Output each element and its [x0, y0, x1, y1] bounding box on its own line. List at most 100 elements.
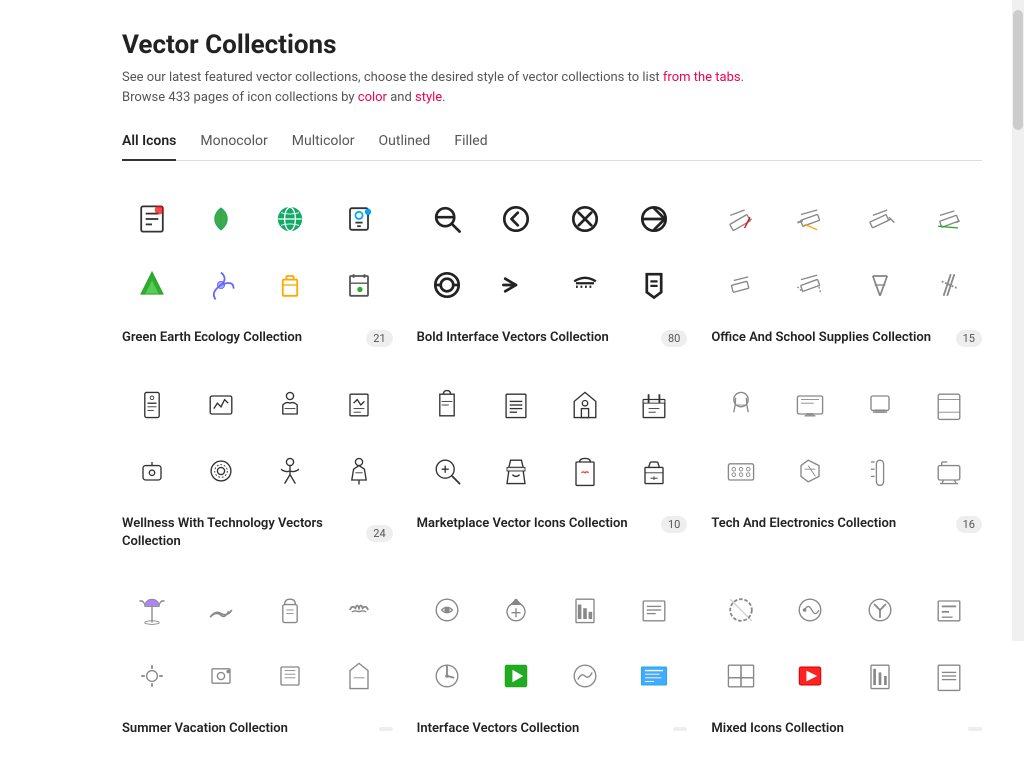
icon-cell — [122, 580, 182, 640]
collection-footer: Interface Vectors Collection — [417, 720, 688, 738]
icon-cell — [919, 441, 979, 501]
icon-cell — [417, 375, 477, 435]
collection-footer: Office And School Supplies Collection 15 — [711, 329, 982, 347]
icon-cell — [919, 580, 979, 640]
icon-cell — [260, 580, 320, 640]
collection-count: 15 — [956, 330, 982, 347]
icon-cell — [850, 580, 910, 640]
icon-cell — [624, 441, 684, 501]
icon-cell — [417, 441, 477, 501]
tab-outlined[interactable]: Outlined — [379, 127, 431, 161]
subtitle-line1: See our latest featured vector collectio… — [122, 70, 744, 85]
icon-cell — [191, 189, 251, 249]
collection-card: Interface Vectors Collection — [417, 580, 688, 738]
icon-cell — [260, 441, 320, 501]
icon-cell — [191, 375, 251, 435]
collection-footer: Summer Vacation Collection — [122, 720, 393, 738]
collection-card: Tech And Electronics Collection 16 — [711, 375, 982, 551]
icon-grid — [417, 375, 688, 501]
icon-cell — [711, 580, 771, 640]
collection-count: 80 — [661, 330, 687, 347]
icon-grid — [711, 189, 982, 315]
collection-name: Tech And Electronics Collection — [711, 515, 947, 533]
icon-cell — [780, 441, 840, 501]
icon-grid — [122, 189, 393, 315]
collection-card: Mixed Icons Collection — [711, 580, 982, 738]
icon-cell — [850, 255, 910, 315]
icon-cell — [329, 255, 389, 315]
subtitle-line2: Browse 433 pages of icon collections by … — [122, 90, 446, 105]
icon-cell — [711, 189, 771, 249]
collection-name: Green Earth Ecology Collection — [122, 329, 358, 347]
icon-cell — [919, 375, 979, 435]
icon-cell — [711, 375, 771, 435]
collection-card: Bold Interface Vectors Collection 80 — [417, 189, 688, 347]
icon-cell — [780, 255, 840, 315]
collection-count: 16 — [956, 516, 982, 533]
collection-count — [379, 727, 393, 731]
collection-footer: Marketplace Vector Icons Collection 10 — [417, 515, 688, 533]
icon-grid — [711, 375, 982, 501]
icon-cell — [624, 375, 684, 435]
collection-name: Bold Interface Vectors Collection — [417, 329, 653, 347]
icon-cell — [486, 189, 546, 249]
collection-name: Summer Vacation Collection — [122, 720, 371, 738]
icon-cell — [711, 255, 771, 315]
icon-grid — [711, 580, 982, 706]
collection-count: 10 — [661, 516, 687, 533]
icon-cell — [850, 375, 910, 435]
icon-grid — [417, 189, 688, 315]
icon-cell — [486, 441, 546, 501]
icon-cell — [780, 375, 840, 435]
collection-footer: Bold Interface Vectors Collection 80 — [417, 329, 688, 347]
collection-name: Office And School Supplies Collection — [711, 329, 947, 347]
scrollbar-thumb[interactable] — [1013, 10, 1023, 130]
icon-cell — [780, 646, 840, 706]
icon-cell — [711, 441, 771, 501]
icon-cell — [624, 189, 684, 249]
icon-cell — [624, 646, 684, 706]
icon-cell — [486, 375, 546, 435]
icon-cell — [417, 189, 477, 249]
icon-cell — [850, 189, 910, 249]
icon-cell — [919, 646, 979, 706]
icon-cell — [919, 189, 979, 249]
icon-cell — [624, 580, 684, 640]
collection-card: Wellness With Technology Vectors Collect… — [122, 375, 393, 551]
icon-grid — [417, 580, 688, 706]
icon-cell — [122, 646, 182, 706]
icon-cell — [780, 189, 840, 249]
icon-cell — [417, 646, 477, 706]
icon-cell — [122, 255, 182, 315]
icon-cell — [555, 580, 615, 640]
icon-cell — [555, 375, 615, 435]
tab-filled[interactable]: Filled — [454, 127, 487, 161]
collection-card: Marketplace Vector Icons Collection 10 — [417, 375, 688, 551]
collection-footer: Mixed Icons Collection — [711, 720, 982, 738]
collection-count: 24 — [366, 525, 392, 542]
tab-all-icons[interactable]: All Icons — [122, 127, 176, 161]
icon-cell — [850, 441, 910, 501]
icon-cell — [486, 646, 546, 706]
tab-multicolor[interactable]: Multicolor — [292, 127, 355, 161]
icon-cell — [486, 580, 546, 640]
collection-count: 21 — [366, 330, 392, 347]
icon-cell — [122, 441, 182, 501]
icon-grid — [122, 375, 393, 501]
tab-bar: All Icons Monocolor Multicolor Outlined … — [122, 127, 982, 161]
icon-cell — [191, 646, 251, 706]
icon-cell — [555, 441, 615, 501]
tab-monocolor[interactable]: Monocolor — [200, 127, 267, 161]
icon-cell — [329, 189, 389, 249]
icon-cell — [191, 255, 251, 315]
scrollbar[interactable] — [1012, 0, 1024, 641]
icon-cell — [260, 189, 320, 249]
collections-grid: Green Earth Ecology Collection 21 — [122, 189, 982, 738]
icon-cell — [260, 646, 320, 706]
collection-footer: Tech And Electronics Collection 16 — [711, 515, 982, 533]
icon-cell — [555, 255, 615, 315]
collection-name: Wellness With Technology Vectors Collect… — [122, 515, 358, 551]
page-subtitle: See our latest featured vector collectio… — [122, 68, 982, 107]
collection-card: Summer Vacation Collection — [122, 580, 393, 738]
icon-cell — [486, 255, 546, 315]
